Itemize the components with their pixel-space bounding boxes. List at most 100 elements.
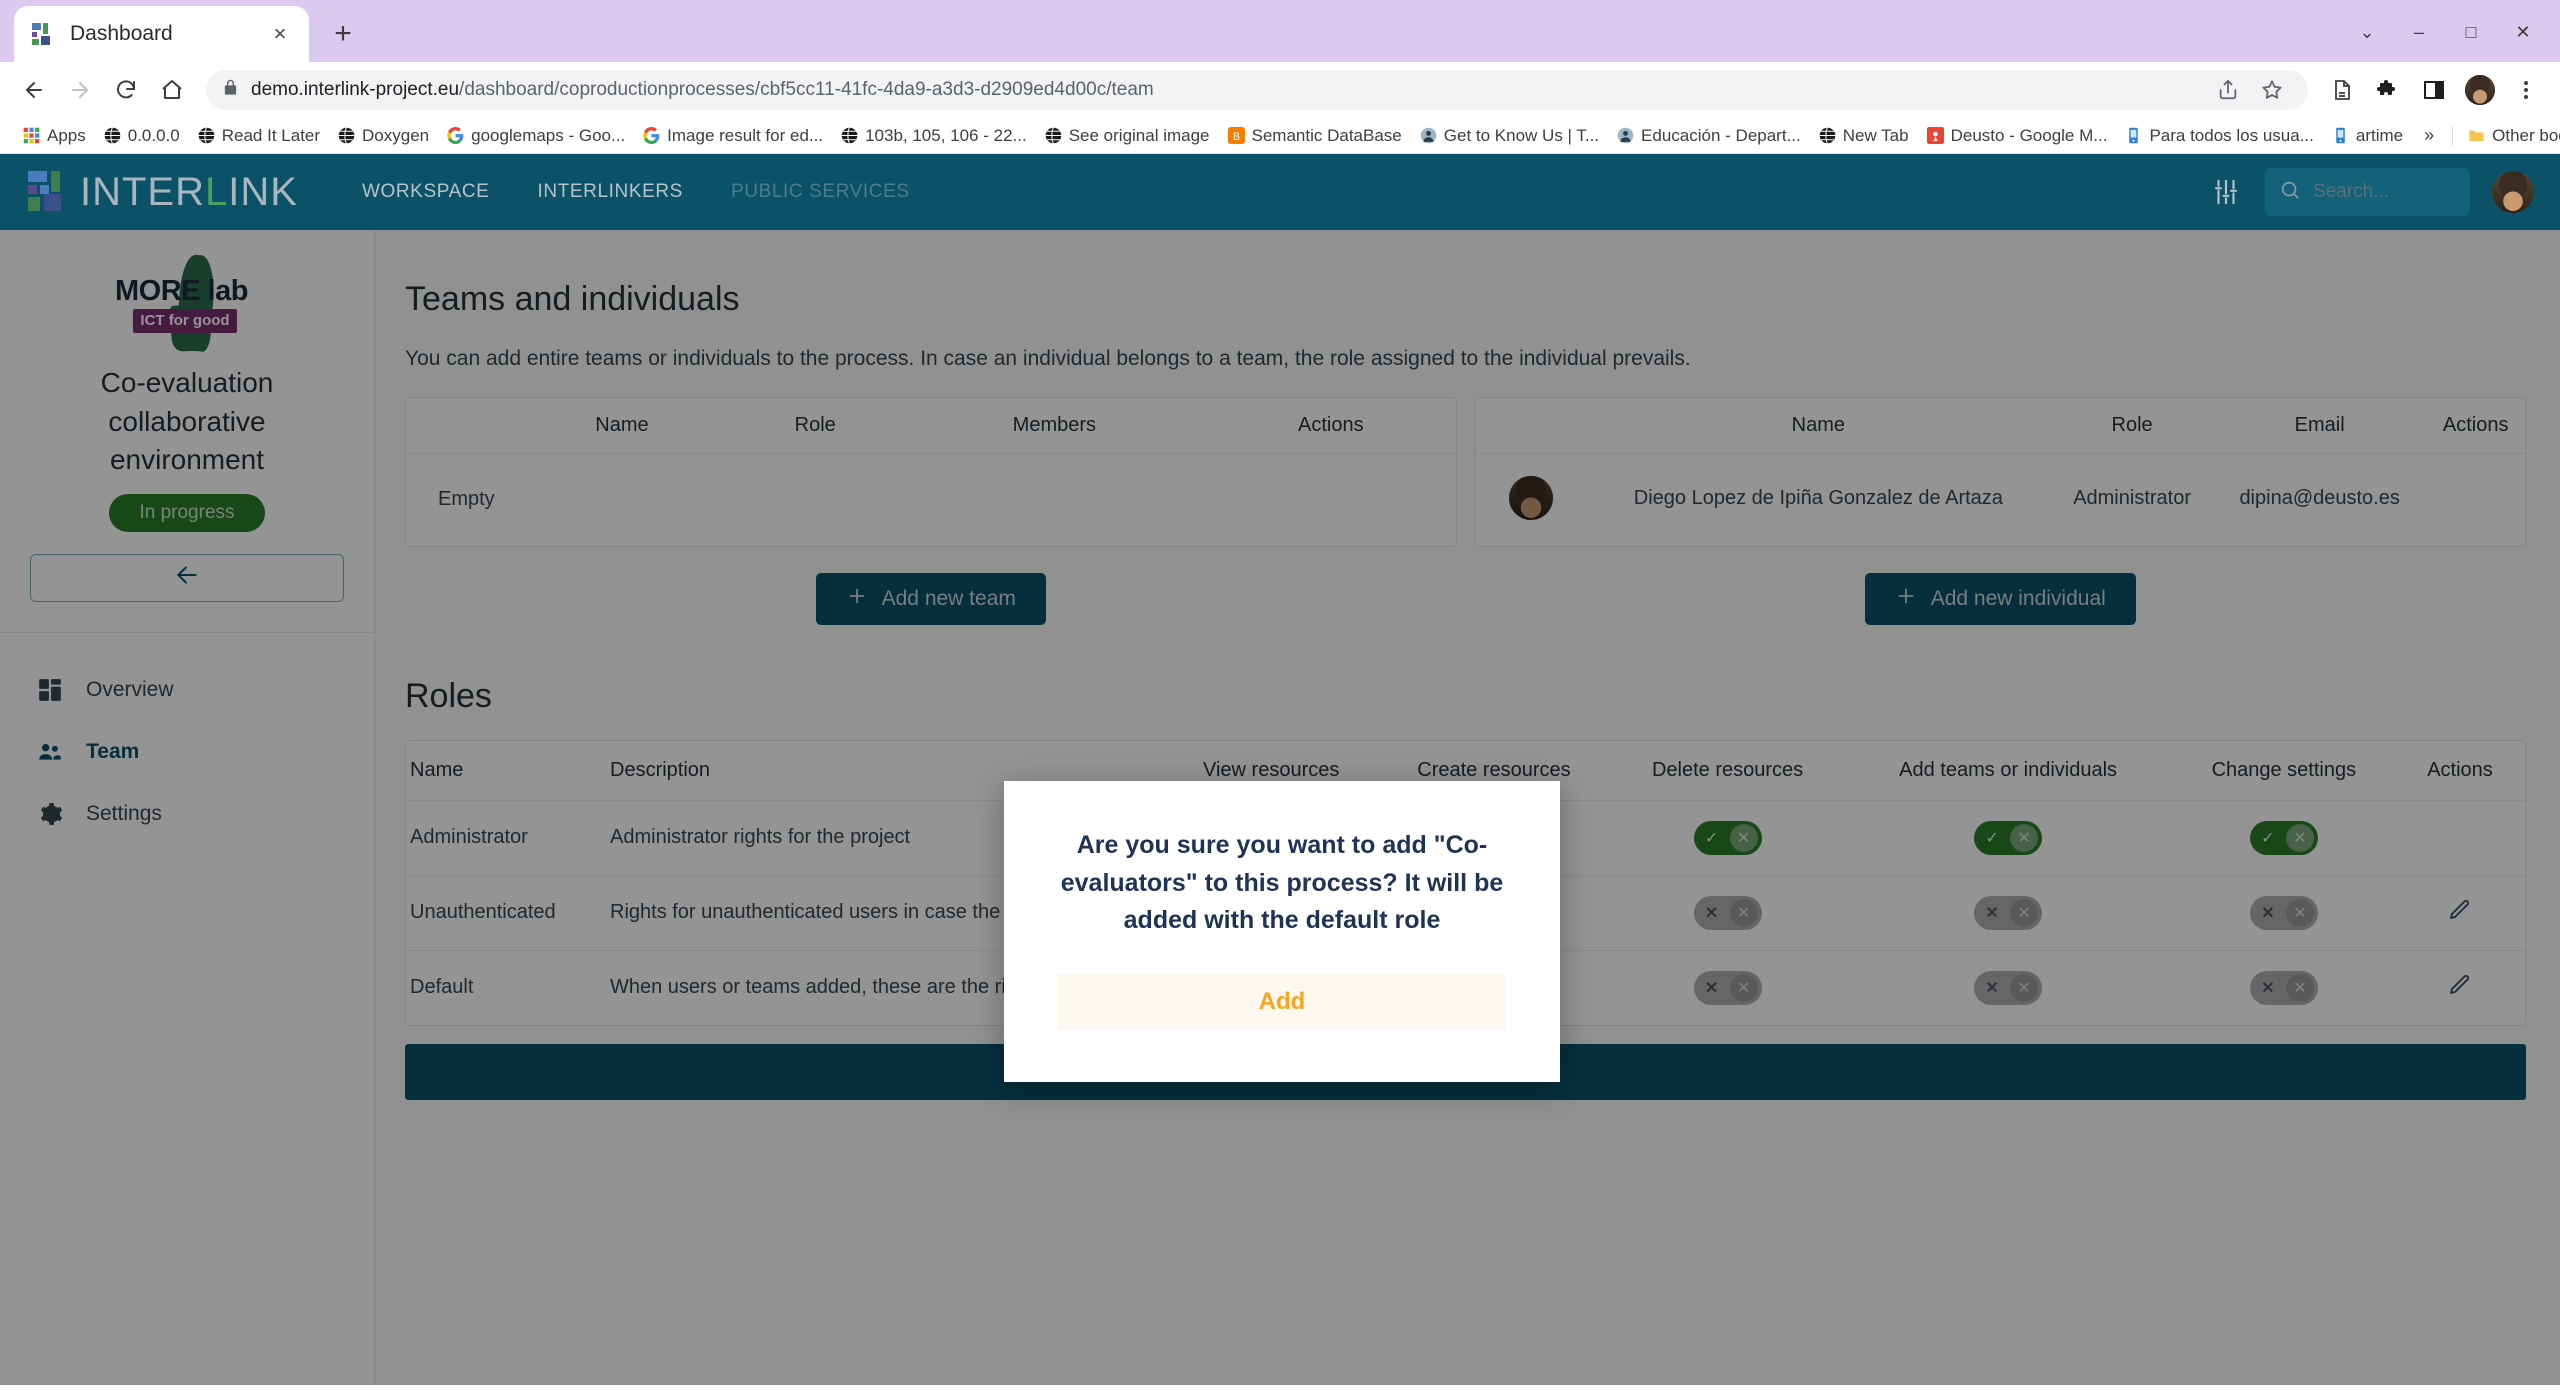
bookmark-label: Read It Later [221, 125, 321, 145]
app-header-actions: Search... [2209, 168, 2534, 216]
globe-icon [1819, 127, 1836, 144]
bookmark-item-8[interactable]: B Semantic DataBase [1219, 122, 1411, 150]
logo-text-part2: INK [228, 169, 298, 214]
tab-search-icon[interactable]: ⌄ [2344, 12, 2390, 52]
application-viewport: INTERLINK WORKSPACE INTERLINKERS PUBLIC … [0, 154, 2560, 1385]
forward-icon[interactable] [60, 70, 100, 110]
bookmark-item-11[interactable]: New Tab [1810, 122, 1918, 150]
phone-icon [2125, 127, 2142, 144]
nav-public-services[interactable]: PUBLIC SERVICES [707, 181, 934, 203]
back-icon[interactable] [14, 70, 54, 110]
bookmark-label: See original image [1068, 125, 1210, 145]
bookmark-label: artime [2355, 125, 2404, 145]
person-icon [1617, 127, 1634, 144]
bookmarks-divider [2452, 125, 2454, 146]
bookmark-item-5[interactable]: Image result for ed... [634, 122, 832, 150]
bookmark-label: Para todos los usua... [2149, 125, 2314, 145]
globe-icon [198, 127, 215, 144]
bookmark-item-7[interactable]: See original image [1036, 122, 1219, 150]
dashboard-favicon [30, 21, 56, 47]
bookmark-item-6[interactable]: 103b, 105, 106 - 22... [832, 122, 1036, 150]
side-panel-icon[interactable] [2414, 70, 2454, 110]
logo-text-accent: L [205, 169, 229, 214]
bookmark-label: Doxygen [362, 125, 430, 145]
bookmark-item-3[interactable]: Doxygen [329, 122, 438, 150]
home-icon[interactable] [152, 70, 192, 110]
globe-icon [338, 127, 355, 144]
close-window-button[interactable]: ✕ [2500, 12, 2546, 52]
search-icon [2279, 179, 2301, 206]
interlink-logo-icon [26, 169, 76, 215]
close-icon[interactable]: × [267, 21, 293, 47]
bookmark-item-2[interactable]: Read It Later [189, 122, 329, 150]
other-bookmarks-label: Other bookmarks [2492, 125, 2560, 145]
svg-text:B: B [1232, 131, 1239, 143]
chrome-menu-icon[interactable] [2506, 70, 2546, 110]
globe-icon [841, 127, 858, 144]
bookmark-label: Deusto - Google M... [1950, 125, 2108, 145]
bookmark-item-4[interactable]: googlemaps - Goo... [438, 122, 634, 150]
google-icon [643, 127, 660, 144]
bookmark-item-12[interactable]: Deusto - Google M... [1918, 122, 2117, 150]
star-icon[interactable] [2252, 70, 2292, 110]
bookmarks-bar-right: » Other bookmarks [2412, 122, 2560, 150]
globe-icon [1045, 127, 1062, 144]
confirm-add-button[interactable]: Add [1058, 973, 1506, 1030]
nav-interlinkers[interactable]: INTERLINKERS [513, 181, 707, 203]
apps-grid-icon [23, 127, 40, 144]
bookmark-label: 0.0.0.0 [127, 125, 180, 145]
bookmark-label: googlemaps - Goo... [471, 125, 626, 145]
tab-title: Dashboard [70, 22, 173, 45]
other-bookmarks-folder[interactable]: Other bookmarks [2459, 122, 2560, 150]
profile-avatar-icon[interactable] [2460, 70, 2500, 110]
app-header: INTERLINK WORKSPACE INTERLINKERS PUBLIC … [0, 154, 2560, 230]
maximize-button[interactable]: □ [2448, 12, 2494, 52]
folder-icon [2468, 127, 2485, 144]
omnibox-actions [2208, 70, 2292, 110]
extensions-icon[interactable] [2368, 70, 2408, 110]
window-controls: ⌄ – □ ✕ [2344, 12, 2560, 52]
address-bar[interactable]: demo.interlink-project.eu/dashboard/copr… [206, 70, 2308, 110]
reading-list-icon[interactable] [2322, 70, 2362, 110]
share-icon[interactable] [2208, 70, 2248, 110]
browser-tab[interactable]: Dashboard × [14, 6, 309, 62]
bookmark-item-13[interactable]: Para todos los usua... [2116, 122, 2322, 150]
browser-window: Dashboard × + ⌄ – □ ✕ demo.interlink-pro… [0, 0, 2560, 1390]
confirm-dialog-message: Are you sure you want to add "Co-evaluat… [1060, 831, 1504, 934]
bookmark-label: New Tab [1842, 125, 1909, 145]
bookmark-item-10[interactable]: Educación - Depart... [1608, 122, 1810, 150]
app-navigation: WORKSPACE INTERLINKERS PUBLIC SERVICES [338, 181, 934, 203]
blogger-icon: B [1227, 127, 1245, 144]
person-icon [1420, 127, 1437, 144]
url-path: /dashboard/coproductionprocesses/cbf5cc1… [459, 79, 1154, 100]
bookmark-label: 103b, 105, 106 - 22... [865, 125, 1027, 145]
bookmark-label: Apps [47, 125, 86, 145]
browser-toolbar: demo.interlink-project.eu/dashboard/copr… [0, 62, 2560, 118]
tab-strip: Dashboard × + ⌄ – □ ✕ [0, 0, 2560, 62]
minimize-button[interactable]: – [2396, 12, 2442, 52]
url-host: demo.interlink-project.eu [251, 79, 460, 100]
bookmark-label: Image result for ed... [667, 125, 824, 145]
bookmark-item-0[interactable]: Apps [14, 122, 95, 150]
logo-text-part1: INTER [80, 169, 205, 214]
bookmark-item-9[interactable]: Get to Know Us | T... [1411, 122, 1608, 150]
confirm-dialog: Are you sure you want to add "Co-evaluat… [1004, 781, 1560, 1082]
bookmark-item-1[interactable]: 0.0.0.0 [95, 122, 189, 150]
globe-icon [104, 127, 121, 144]
bookmark-label: Semantic DataBase [1251, 125, 1402, 145]
reload-icon[interactable] [106, 70, 146, 110]
search-placeholder: Search... [2313, 181, 2390, 202]
phone-icon [2332, 127, 2349, 144]
google-icon [447, 127, 464, 144]
avatar[interactable] [2492, 171, 2534, 213]
interlink-logo-text: INTERLINK [80, 170, 298, 215]
sliders-icon[interactable] [2209, 175, 2243, 209]
new-tab-button[interactable]: + [319, 10, 367, 58]
bookmarks-bar: Apps 0.0.0.0 Read It Later Doxygen googlemap… [0, 118, 2560, 154]
bookmark-label: Get to Know Us | T... [1443, 125, 1600, 145]
bookmark-item-14[interactable]: artime [2323, 122, 2412, 150]
nav-workspace[interactable]: WORKSPACE [338, 181, 514, 203]
search-input[interactable]: Search... [2265, 168, 2470, 216]
interlink-logo[interactable]: INTERLINK [26, 169, 298, 215]
bookmarks-overflow-button[interactable]: » [2412, 125, 2446, 146]
